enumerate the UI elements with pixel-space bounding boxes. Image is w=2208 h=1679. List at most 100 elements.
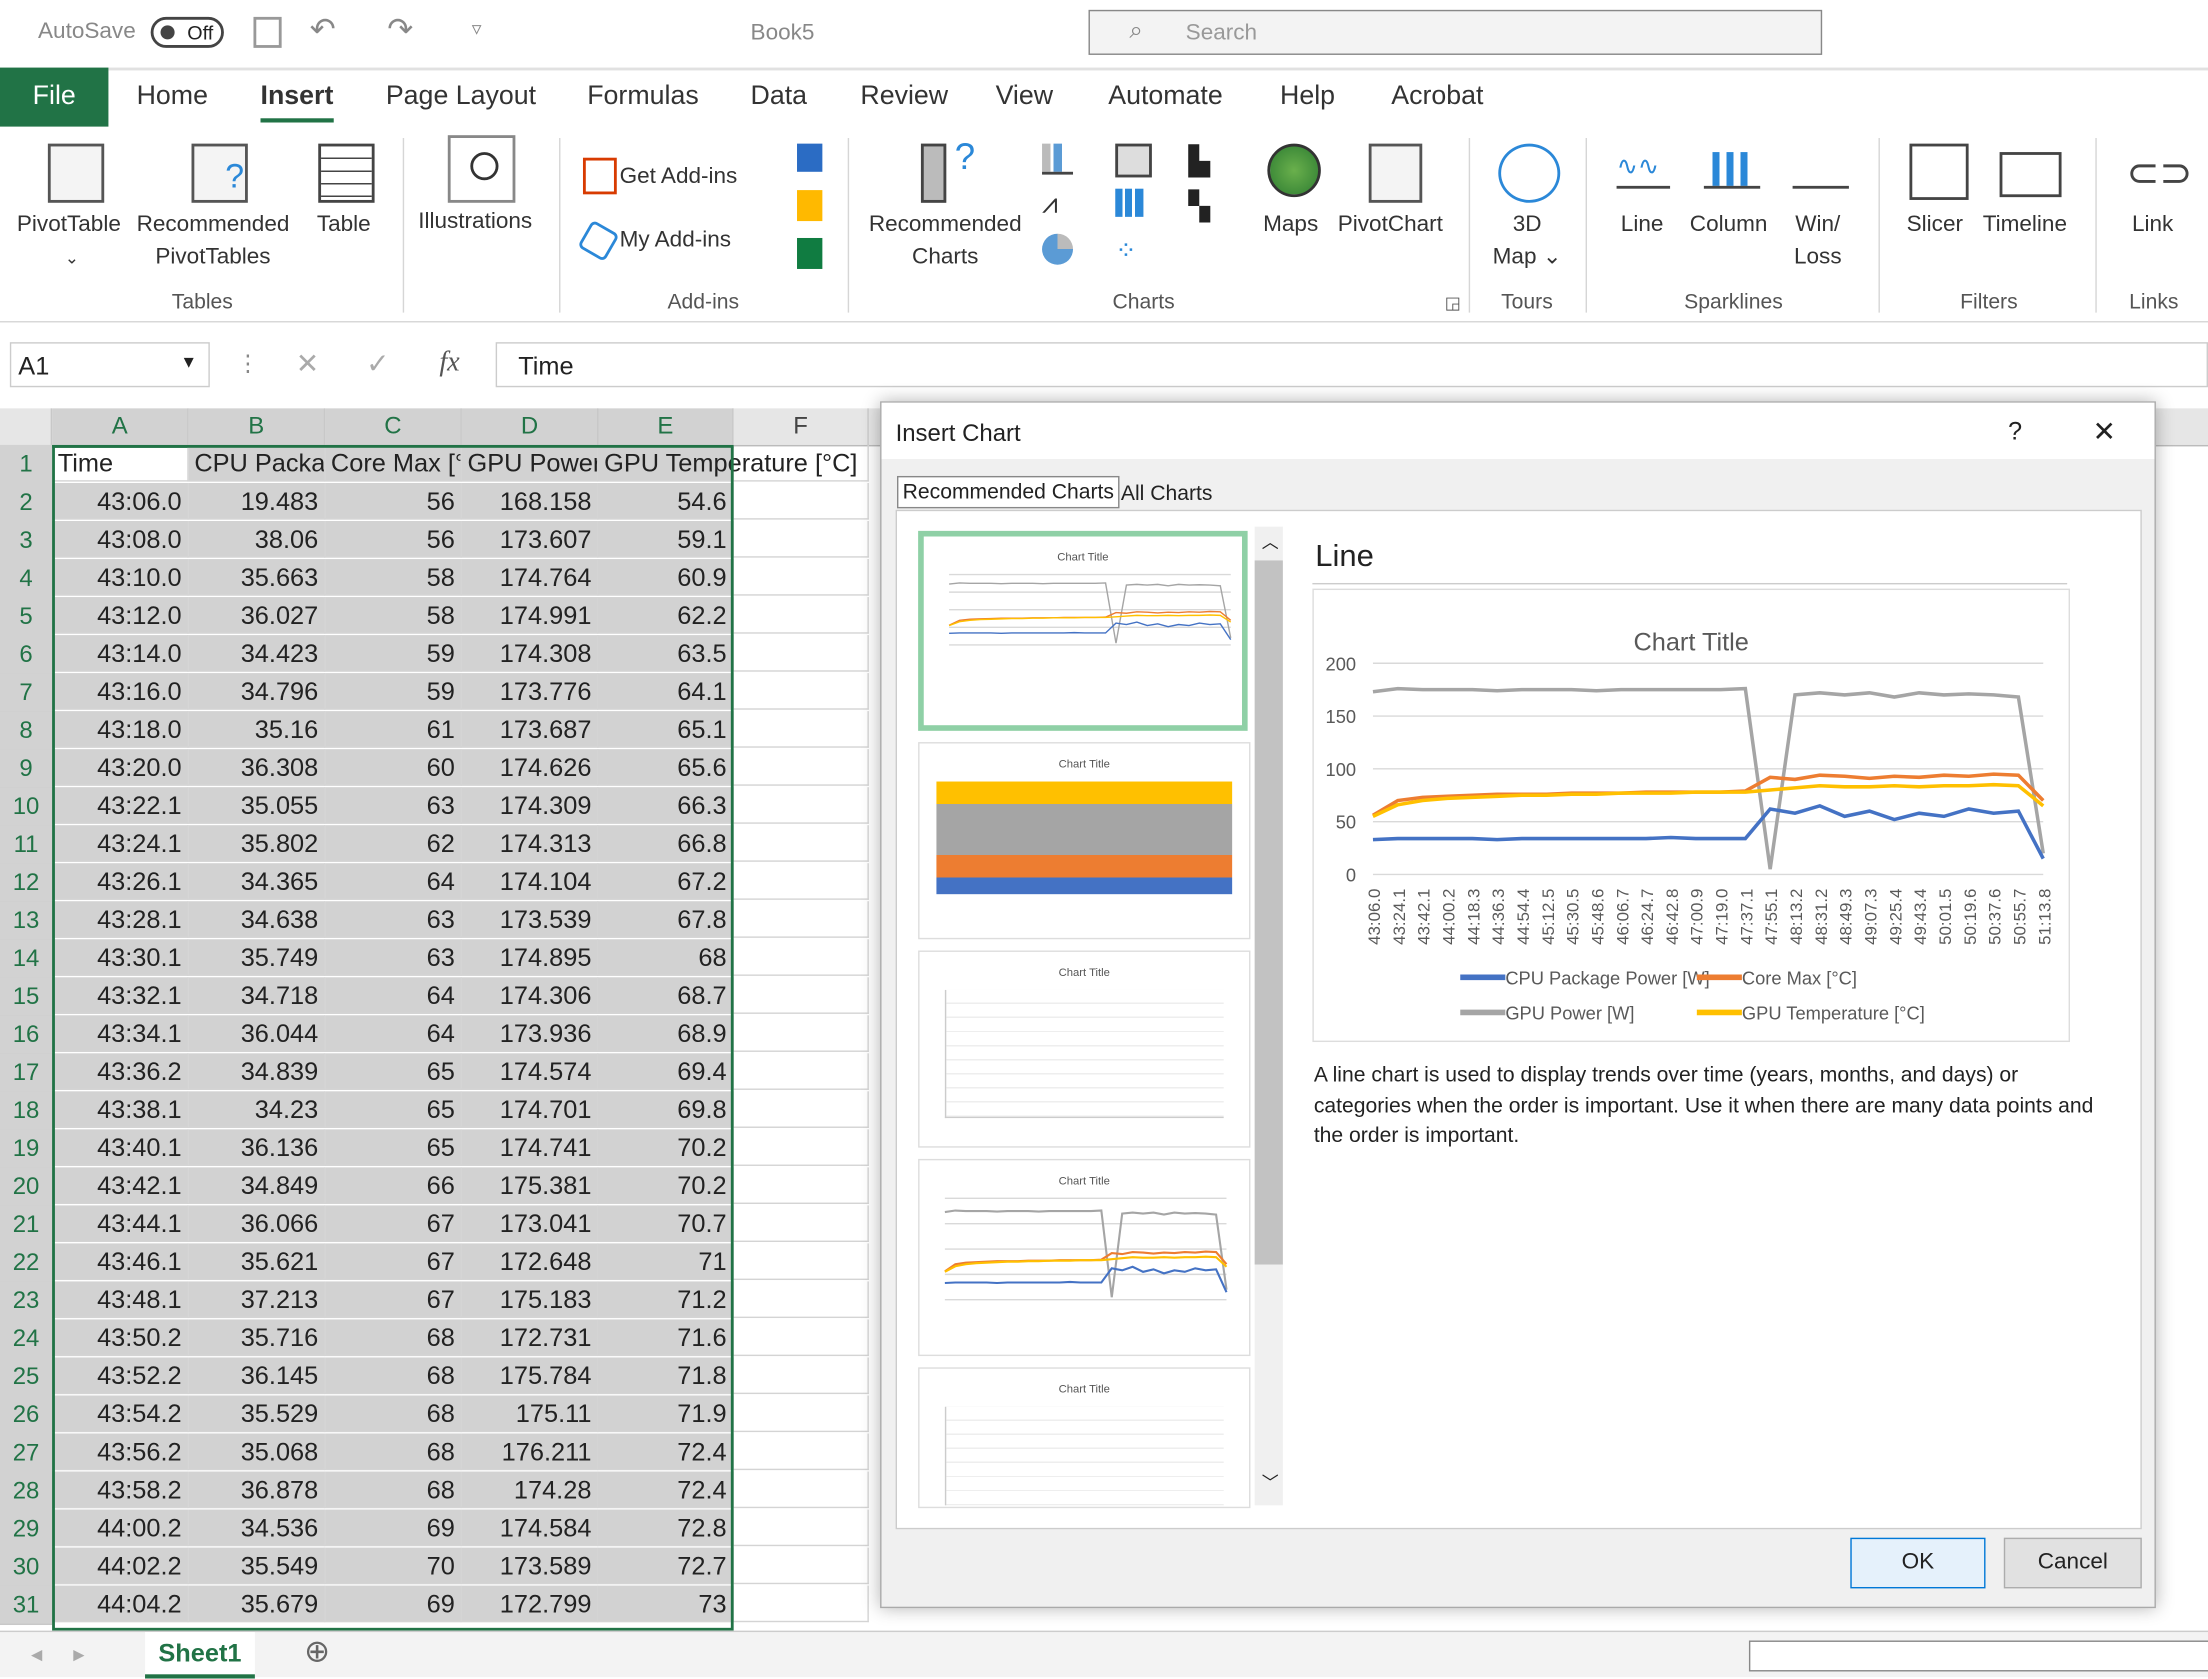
slicer-button[interactable]: Slicer bbox=[1907, 208, 1963, 240]
cell[interactable]: 173.539 bbox=[461, 901, 599, 938]
cell[interactable] bbox=[733, 787, 869, 824]
tab-review[interactable]: Review bbox=[860, 82, 948, 113]
cell[interactable]: 173.041 bbox=[461, 1205, 599, 1242]
cell[interactable]: 66.8 bbox=[598, 825, 734, 862]
cell[interactable] bbox=[733, 863, 869, 900]
cell[interactable]: 64.1 bbox=[598, 673, 734, 710]
cell[interactable]: 35.679 bbox=[188, 1585, 326, 1623]
cell[interactable]: 43:10.0 bbox=[52, 559, 189, 596]
cell[interactable]: 36.308 bbox=[188, 749, 326, 786]
cell[interactable]: 174.308 bbox=[461, 635, 599, 672]
cell[interactable]: 68 bbox=[325, 1471, 462, 1509]
column-header-c[interactable]: C bbox=[325, 408, 462, 448]
cell[interactable]: 71.6 bbox=[598, 1319, 734, 1357]
cell[interactable]: 36.878 bbox=[188, 1471, 326, 1509]
cell[interactable]: 58 bbox=[325, 559, 462, 596]
cell[interactable]: 71.9 bbox=[598, 1395, 734, 1433]
my-addins-button[interactable]: My Add-ins bbox=[620, 224, 731, 256]
row-header[interactable]: 5 bbox=[0, 597, 53, 637]
row-header[interactable]: 2 bbox=[0, 482, 53, 523]
tab-help[interactable]: Help bbox=[1280, 82, 1335, 113]
cell[interactable]: 72.7 bbox=[598, 1547, 734, 1585]
row-header[interactable]: 14 bbox=[0, 939, 53, 979]
cell[interactable]: 173.687 bbox=[461, 711, 599, 748]
row-header[interactable]: 19 bbox=[0, 1129, 53, 1169]
cell[interactable]: 68 bbox=[325, 1433, 462, 1471]
cell[interactable] bbox=[733, 977, 869, 1014]
3d-map-button[interactable]: 3D Map ⌄ bbox=[1493, 208, 1562, 273]
cell[interactable]: 70.2 bbox=[598, 1129, 734, 1166]
waterfall-chart-icon[interactable]: ▙ bbox=[1188, 144, 1210, 179]
scatter-chart-icon[interactable]: ⁘ bbox=[1115, 237, 1136, 267]
row-header[interactable]: 31 bbox=[0, 1585, 53, 1626]
cell[interactable]: 174.313 bbox=[461, 825, 599, 862]
cell[interactable]: 60 bbox=[325, 749, 462, 786]
cell[interactable] bbox=[733, 1433, 869, 1471]
cell[interactable]: 43:28.1 bbox=[52, 901, 189, 938]
cell[interactable] bbox=[733, 444, 869, 482]
cancel-icon[interactable]: ✕ bbox=[296, 346, 320, 381]
line-chart-icon[interactable]: ⩘ bbox=[1042, 189, 1058, 221]
cell[interactable] bbox=[733, 1167, 869, 1204]
cell[interactable]: 65.6 bbox=[598, 749, 734, 786]
column-header-e[interactable]: E bbox=[598, 408, 734, 448]
people-graph-icon[interactable] bbox=[797, 237, 823, 269]
row-header[interactable]: 16 bbox=[0, 1015, 53, 1055]
customize-qat-icon[interactable]: ▿ bbox=[472, 17, 482, 41]
cell[interactable] bbox=[733, 635, 869, 672]
cell[interactable]: 43:24.1 bbox=[52, 825, 189, 862]
cell[interactable]: 36.044 bbox=[188, 1015, 326, 1052]
cell[interactable]: 68 bbox=[325, 1319, 462, 1357]
row-header[interactable]: 18 bbox=[0, 1091, 53, 1131]
cell[interactable]: 43:42.1 bbox=[52, 1167, 189, 1204]
cell[interactable]: 174.28 bbox=[461, 1471, 599, 1509]
cell[interactable]: 43:50.2 bbox=[52, 1319, 189, 1357]
cell[interactable]: 172.648 bbox=[461, 1243, 599, 1281]
tab-view[interactable]: View bbox=[996, 82, 1054, 113]
cell[interactable]: 35.549 bbox=[188, 1547, 326, 1585]
cell[interactable]: 69.4 bbox=[598, 1053, 734, 1090]
cell[interactable]: 37.213 bbox=[188, 1281, 326, 1319]
cell[interactable]: 43:38.1 bbox=[52, 1091, 189, 1128]
close-icon[interactable]: ✕ bbox=[2093, 414, 2117, 449]
cell[interactable]: 174.584 bbox=[461, 1509, 599, 1547]
cell[interactable]: 69 bbox=[325, 1509, 462, 1547]
cell[interactable]: 43:14.0 bbox=[52, 635, 189, 672]
redo-icon[interactable]: ↷ bbox=[387, 11, 413, 48]
row-header[interactable]: 11 bbox=[0, 825, 53, 865]
cell[interactable]: 34.718 bbox=[188, 977, 326, 1014]
cell[interactable]: 174.626 bbox=[461, 749, 599, 786]
tab-all-charts[interactable]: All Charts bbox=[1121, 482, 1213, 506]
sheet-tab-sheet1[interactable]: Sheet1 bbox=[145, 1632, 255, 1679]
cell[interactable]: 35.16 bbox=[188, 711, 326, 748]
cell[interactable]: 71.2 bbox=[598, 1281, 734, 1319]
enter-icon[interactable]: ✓ bbox=[366, 346, 390, 381]
cell[interactable]: 173.936 bbox=[461, 1015, 599, 1052]
row-header[interactable]: 17 bbox=[0, 1053, 53, 1093]
row-header[interactable]: 22 bbox=[0, 1243, 53, 1283]
cell[interactable]: 63 bbox=[325, 901, 462, 938]
cell[interactable] bbox=[733, 1471, 869, 1509]
cell[interactable]: 35.529 bbox=[188, 1395, 326, 1433]
cell[interactable]: 65 bbox=[325, 1091, 462, 1128]
cell[interactable]: 34.638 bbox=[188, 901, 326, 938]
cell[interactable]: 34.423 bbox=[188, 635, 326, 672]
cell[interactable]: 43:34.1 bbox=[52, 1015, 189, 1052]
cell[interactable]: 67 bbox=[325, 1205, 462, 1242]
cell[interactable]: 34.849 bbox=[188, 1167, 326, 1204]
cell[interactable]: 65 bbox=[325, 1053, 462, 1090]
cell[interactable]: 64 bbox=[325, 863, 462, 900]
column-chart-icon[interactable] bbox=[1042, 143, 1074, 175]
cell[interactable] bbox=[733, 1205, 869, 1242]
tab-automate[interactable]: Automate bbox=[1108, 82, 1223, 113]
sparkline-column-button[interactable]: Column bbox=[1690, 208, 1768, 240]
undo-icon[interactable]: ↶ bbox=[310, 11, 336, 48]
cell[interactable]: 43:36.2 bbox=[52, 1053, 189, 1090]
column-header-d[interactable]: D bbox=[461, 408, 599, 448]
link-button[interactable]: Link bbox=[2132, 208, 2173, 240]
cancel-button[interactable]: Cancel bbox=[2003, 1537, 2142, 1589]
illustrations-button[interactable]: Illustrations bbox=[418, 206, 532, 238]
cell[interactable]: 174.701 bbox=[461, 1091, 599, 1128]
cell[interactable]: 71 bbox=[598, 1243, 734, 1281]
tab-page-layout[interactable]: Page Layout bbox=[386, 82, 536, 113]
